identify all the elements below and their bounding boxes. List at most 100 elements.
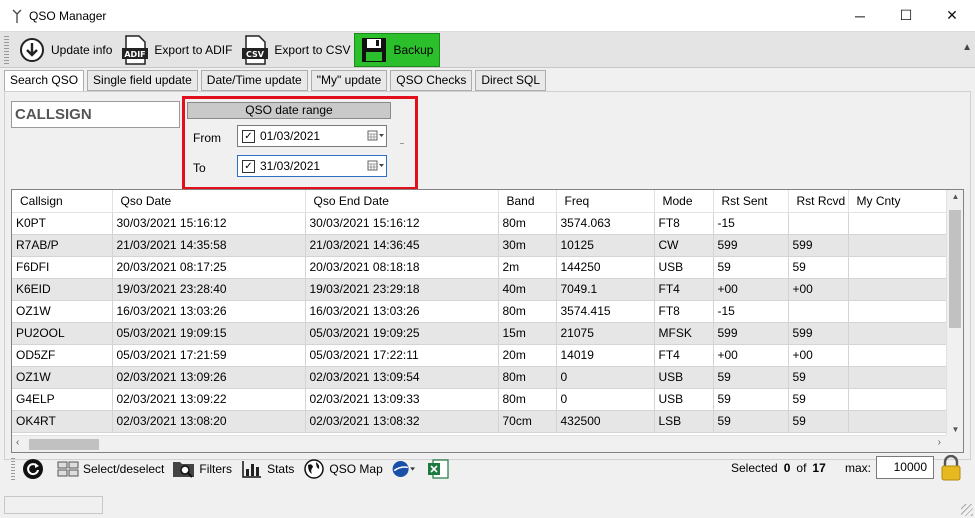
cell-qso-date[interactable]: 19/03/2021 23:28:40: [112, 278, 306, 301]
cell-callsign[interactable]: R7AB/P: [12, 234, 113, 257]
cell-rst-rcvd[interactable]: 59: [788, 410, 849, 433]
cell-callsign[interactable]: OD5ZF: [12, 344, 113, 367]
refresh-button[interactable]: [21, 457, 48, 481]
table-row[interactable]: F6DFI 20/03/2021 08:17:25 20/03/2021 08:18…: [12, 256, 948, 279]
cell-callsign[interactable]: PU2OOL: [12, 322, 113, 345]
cell-my-cnty[interactable]: [848, 366, 948, 389]
table-row[interactable]: OK4RT 02/03/2021 13:08:20 02/03/2021 13:08…: [12, 410, 948, 433]
table-row[interactable]: OZ1W 02/03/2021 13:09:26 02/03/2021 13:09:…: [12, 366, 948, 389]
cell-my-cnty[interactable]: [848, 212, 948, 235]
cell-my-cnty[interactable]: [848, 344, 948, 367]
cell-qso-date[interactable]: 16/03/2021 13:03:26: [112, 300, 306, 323]
tab-my-update[interactable]: "My" update: [310, 70, 388, 91]
cell-qso-date[interactable]: 02/03/2021 13:09:26: [112, 366, 306, 389]
resize-grip[interactable]: [961, 504, 973, 516]
cell-rst-sent[interactable]: -15: [713, 300, 789, 323]
cell-freq[interactable]: 21075: [556, 322, 655, 345]
cell-qso-end-date[interactable]: 02/03/2021 13:09:54: [305, 366, 499, 389]
cell-rst-sent[interactable]: 59: [713, 366, 789, 389]
qso-grid[interactable]: Callsign Qso Date Qso End Date Band Freq…: [11, 189, 964, 453]
cell-rst-rcvd[interactable]: +00: [788, 278, 849, 301]
cell-callsign[interactable]: OK4RT: [12, 410, 113, 433]
tab-single-field-update[interactable]: Single field update: [87, 70, 198, 91]
cell-rst-rcvd[interactable]: 599: [788, 234, 849, 257]
cell-rst-sent[interactable]: +00: [713, 344, 789, 367]
cell-callsign[interactable]: G4ELP: [12, 388, 113, 411]
minimize-button[interactable]: ─: [837, 0, 883, 31]
column-header-callsign[interactable]: Callsign: [12, 190, 113, 213]
close-button[interactable]: ✕: [929, 0, 975, 31]
cell-mode[interactable]: CW: [654, 234, 714, 257]
cell-callsign[interactable]: OZ1W: [12, 366, 113, 389]
cell-my-cnty[interactable]: [848, 234, 948, 257]
cell-rst-rcvd[interactable]: 59: [788, 388, 849, 411]
table-row[interactable]: G4ELP 02/03/2021 13:09:22 02/03/2021 13:09…: [12, 388, 948, 411]
cell-rst-rcvd[interactable]: [788, 212, 849, 235]
stats-button[interactable]: Stats: [240, 457, 294, 481]
cell-band[interactable]: 70cm: [498, 410, 557, 433]
cell-rst-sent[interactable]: 59: [713, 388, 789, 411]
cell-freq[interactable]: 7049.1: [556, 278, 655, 301]
cell-qso-end-date[interactable]: 02/03/2021 13:08:32: [305, 410, 499, 433]
cell-rst-sent[interactable]: 59: [713, 256, 789, 279]
scroll-up-icon[interactable]: ▲: [947, 192, 963, 201]
export-csv-button[interactable]: CSV Export to CSV: [236, 33, 354, 67]
tab-qso-checks[interactable]: QSO Checks: [390, 70, 473, 91]
cell-mode[interactable]: FT4: [654, 344, 714, 367]
toolbar-overflow-icon[interactable]: ▲: [962, 42, 972, 53]
column-header-band[interactable]: Band: [498, 190, 557, 213]
cell-qso-date[interactable]: 05/03/2021 19:09:15: [112, 322, 306, 345]
cell-my-cnty[interactable]: [848, 300, 948, 323]
cell-qso-date[interactable]: 05/03/2021 17:21:59: [112, 344, 306, 367]
cell-qso-end-date[interactable]: 16/03/2021 13:03:26: [305, 300, 499, 323]
cell-callsign[interactable]: K0PT: [12, 212, 113, 235]
cell-mode[interactable]: USB: [654, 388, 714, 411]
update-info-button[interactable]: Update info: [13, 33, 116, 67]
table-row[interactable]: K6EID 19/03/2021 23:28:40 19/03/2021 23:29…: [12, 278, 948, 301]
table-row[interactable]: OZ1W 16/03/2021 13:03:26 16/03/2021 13:03:…: [12, 300, 948, 323]
scroll-down-icon[interactable]: ▼: [947, 425, 963, 434]
cell-qso-date[interactable]: 21/03/2021 14:35:58: [112, 234, 306, 257]
cell-rst-rcvd[interactable]: 599: [788, 322, 849, 345]
table-row[interactable]: K0PT 30/03/2021 15:16:12 30/03/2021 15:16:…: [12, 212, 948, 235]
cell-rst-sent[interactable]: +00: [713, 278, 789, 301]
cell-rst-rcvd[interactable]: [788, 300, 849, 323]
cell-band[interactable]: 80m: [498, 388, 557, 411]
cell-my-cnty[interactable]: [848, 388, 948, 411]
cell-rst-sent[interactable]: 599: [713, 234, 789, 257]
cell-mode[interactable]: FT4: [654, 278, 714, 301]
cell-band[interactable]: 30m: [498, 234, 557, 257]
tab-date-time-update[interactable]: Date/Time update: [200, 70, 308, 91]
callsign-input[interactable]: CALLSIGN: [11, 101, 180, 128]
cell-qso-end-date[interactable]: 02/03/2021 13:09:33: [305, 388, 499, 411]
cell-qso-date[interactable]: 20/03/2021 08:17:25: [112, 256, 306, 279]
cell-callsign[interactable]: OZ1W: [12, 300, 113, 323]
bottom-toolbar-grip[interactable]: [11, 458, 15, 480]
cell-callsign[interactable]: K6EID: [12, 278, 113, 301]
excel-export-button[interactable]: [426, 457, 453, 481]
maximize-button[interactable]: ☐: [883, 0, 929, 31]
cell-my-cnty[interactable]: [848, 410, 948, 433]
table-row[interactable]: OD5ZF 05/03/2021 17:21:59 05/03/2021 17:22…: [12, 344, 948, 367]
vertical-scrollbar[interactable]: ▲ ▼: [946, 190, 963, 436]
column-header-mode[interactable]: Mode: [654, 190, 714, 213]
cell-freq[interactable]: 0: [556, 388, 655, 411]
cell-qso-date[interactable]: 02/03/2021 13:08:20: [112, 410, 306, 433]
cell-band[interactable]: 80m: [498, 366, 557, 389]
cell-rst-rcvd[interactable]: +00: [788, 344, 849, 367]
cell-rst-sent[interactable]: 599: [713, 322, 789, 345]
scroll-left-icon[interactable]: ‹: [16, 437, 19, 448]
qso-map-button[interactable]: QSO Map: [302, 457, 383, 481]
cell-rst-rcvd[interactable]: 59: [788, 366, 849, 389]
cell-my-cnty[interactable]: [848, 256, 948, 279]
vertical-scroll-thumb[interactable]: [949, 210, 961, 328]
cell-band[interactable]: 80m: [498, 300, 557, 323]
backup-button[interactable]: Backup: [354, 32, 441, 67]
table-row[interactable]: PU2OOL 05/03/2021 19:09:15 05/03/2021 19:0…: [12, 322, 948, 345]
cell-rst-rcvd[interactable]: 59: [788, 256, 849, 279]
cell-band[interactable]: 20m: [498, 344, 557, 367]
column-header-my-cnty[interactable]: My Cnty: [848, 190, 948, 213]
cell-qso-end-date[interactable]: 30/03/2021 15:16:12: [305, 212, 499, 235]
cell-callsign[interactable]: F6DFI: [12, 256, 113, 279]
scroll-right-icon[interactable]: ›: [938, 437, 941, 448]
